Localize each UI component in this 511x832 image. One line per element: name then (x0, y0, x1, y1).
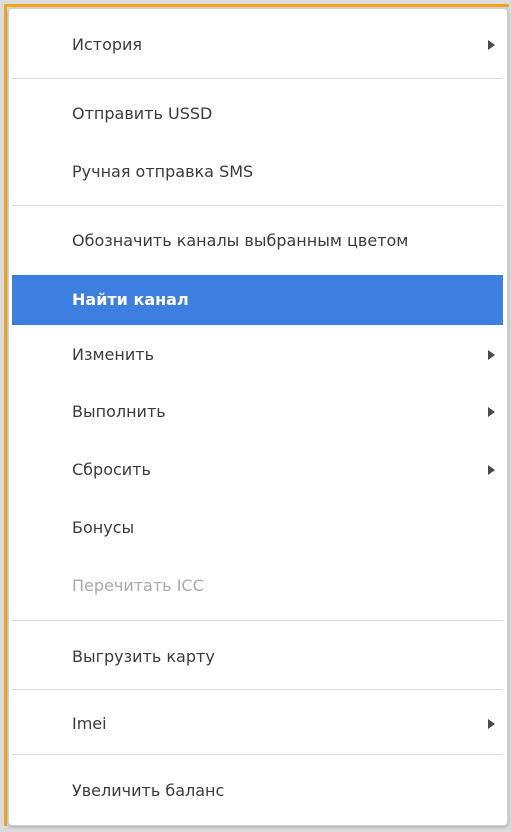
chevron-right-icon (488, 407, 495, 417)
menu-item-imei[interactable]: Imei (12, 706, 503, 742)
menu-item-mark-channels-color[interactable]: Обозначить каналы выбранным цветом (12, 223, 503, 259)
menu-item-label: Перечитать ICC (72, 576, 204, 595)
chevron-right-icon (488, 350, 495, 360)
menu-item-label: Найти канал (72, 290, 189, 309)
menu-item-send-ussd[interactable]: Отправить USSD (12, 96, 503, 132)
window-accent-border (4, 4, 509, 7)
context-menu: История Отправить USSD Ручная отправка S… (8, 8, 508, 826)
menu-separator (12, 78, 503, 79)
chevron-right-icon (488, 719, 495, 729)
menu-item-change[interactable]: Изменить (12, 337, 503, 373)
menu-item-label: Изменить (72, 345, 154, 364)
menu-item-export-card[interactable]: Выгрузить карту (12, 639, 503, 675)
menu-item-label: Выполнить (72, 402, 166, 421)
menu-separator (12, 754, 503, 755)
window-accent-border (4, 4, 7, 826)
menu-item-increase-balance[interactable]: Увеличить баланс (12, 773, 503, 809)
menu-item-history[interactable]: История (12, 27, 503, 63)
menu-item-label: Обозначить каналы выбранным цветом (72, 231, 409, 250)
menu-separator (12, 205, 503, 206)
menu-separator (12, 620, 503, 621)
menu-item-label: Сбросить (72, 460, 151, 479)
menu-separator (12, 689, 503, 690)
menu-item-execute[interactable]: Выполнить (12, 394, 503, 430)
chevron-right-icon (488, 40, 495, 50)
menu-item-label: Отправить USSD (72, 104, 213, 123)
menu-item-find-channel[interactable]: Найти канал (12, 275, 503, 325)
menu-item-label: Ручная отправка SMS (72, 162, 254, 181)
menu-item-manual-sms[interactable]: Ручная отправка SMS (12, 154, 503, 190)
menu-item-bonuses[interactable]: Бонусы (12, 510, 503, 546)
menu-item-label: Увеличить баланс (72, 781, 225, 800)
menu-item-label: Imei (72, 714, 107, 733)
menu-item-label: Бонусы (72, 518, 135, 537)
menu-item-reread-icc: Перечитать ICC (12, 568, 503, 604)
chevron-right-icon (488, 465, 495, 475)
menu-item-label: Выгрузить карту (72, 647, 215, 666)
menu-item-label: История (72, 35, 143, 54)
menu-item-reset[interactable]: Сбросить (12, 452, 503, 488)
